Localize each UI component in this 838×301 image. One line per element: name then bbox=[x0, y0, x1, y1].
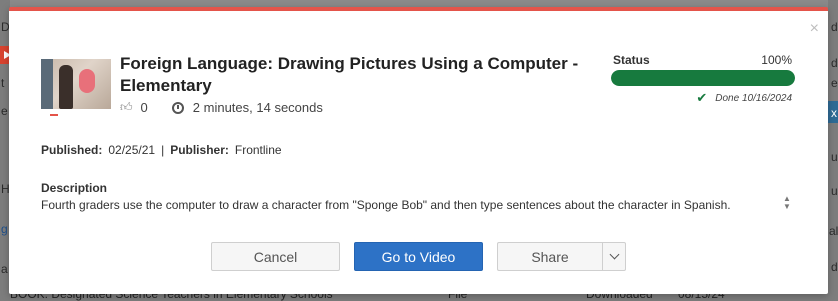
background-fragment: al bbox=[829, 224, 838, 238]
like-count: 0 bbox=[140, 100, 148, 115]
publisher-label: Publisher: bbox=[170, 143, 229, 157]
status-progress-fill bbox=[611, 70, 795, 86]
check-icon: ✔ bbox=[696, 90, 708, 105]
background-fragment: x bbox=[831, 106, 837, 120]
share-button[interactable]: Share bbox=[497, 242, 602, 271]
scroll-arrows-icon[interactable]: ▲ ▼ bbox=[783, 195, 791, 211]
cancel-button[interactable]: Cancel bbox=[211, 242, 340, 271]
chevron-down-icon bbox=[609, 249, 619, 260]
thumbnail-drawing-shape bbox=[79, 69, 95, 93]
published-date: 02/25/21 bbox=[108, 143, 156, 157]
status-progress-bar bbox=[611, 70, 795, 86]
share-dropdown-button[interactable] bbox=[602, 242, 626, 271]
background-cell: BOOK: Designated Science Teachers in Ele… bbox=[10, 293, 333, 301]
publish-info: Published: 02/25/21 | Publisher: Frontline bbox=[41, 143, 282, 157]
separator: | bbox=[161, 143, 165, 157]
background-fragment: d bbox=[831, 20, 838, 34]
background-cell: File bbox=[448, 293, 468, 301]
description-text: Fourth graders use the computer to draw … bbox=[41, 198, 731, 212]
thumbnail-person-shape bbox=[59, 65, 73, 109]
background-fragment: g bbox=[1, 222, 8, 236]
background-fragment: u bbox=[831, 184, 838, 198]
go-to-video-button[interactable]: Go to Video bbox=[354, 242, 483, 271]
status-done: ✔ Done 10/16/2024 bbox=[696, 90, 792, 106]
background-fragment: d bbox=[831, 260, 838, 274]
background-cell: 08/15/24 bbox=[678, 293, 725, 301]
duration-group: 2 minutes, 14 seconds bbox=[171, 100, 323, 115]
publisher-name: Frontline bbox=[234, 143, 282, 157]
background-fragment: t bbox=[1, 76, 5, 90]
background-fragment: d bbox=[831, 56, 838, 70]
close-icon[interactable]: × bbox=[810, 21, 819, 37]
video-details-modal: × Foreign Language: Drawing Pictures Usi… bbox=[9, 7, 828, 294]
status-percent: 100% bbox=[761, 53, 792, 67]
thumbnail-progress-mark bbox=[50, 114, 58, 116]
video-duration: 2 minutes, 14 seconds bbox=[192, 100, 323, 115]
video-meta: 👍︎ 0 2 minutes, 14 seconds bbox=[120, 100, 323, 115]
background-cell: Downloaded bbox=[586, 293, 653, 301]
background-fragment: e bbox=[1, 104, 8, 118]
background-fragment: u bbox=[831, 150, 838, 164]
thumbnail-board-shape bbox=[41, 59, 53, 109]
description-label: Description bbox=[41, 181, 108, 195]
video-thumbnail[interactable] bbox=[41, 59, 111, 109]
background-fragment: e bbox=[831, 76, 838, 90]
video-title: Foreign Language: Drawing Pictures Using… bbox=[120, 54, 579, 95]
status-label: Status bbox=[613, 53, 650, 67]
background-table-row: BOOK: Designated Science Teachers in Ele… bbox=[10, 293, 828, 301]
done-date: Done 10/16/2024 bbox=[715, 92, 792, 104]
background-fragment: a bbox=[1, 262, 8, 276]
clock-icon bbox=[171, 101, 184, 114]
published-label: Published: bbox=[41, 143, 103, 157]
thumbs-up-icon[interactable]: 👍︎ bbox=[120, 100, 133, 115]
